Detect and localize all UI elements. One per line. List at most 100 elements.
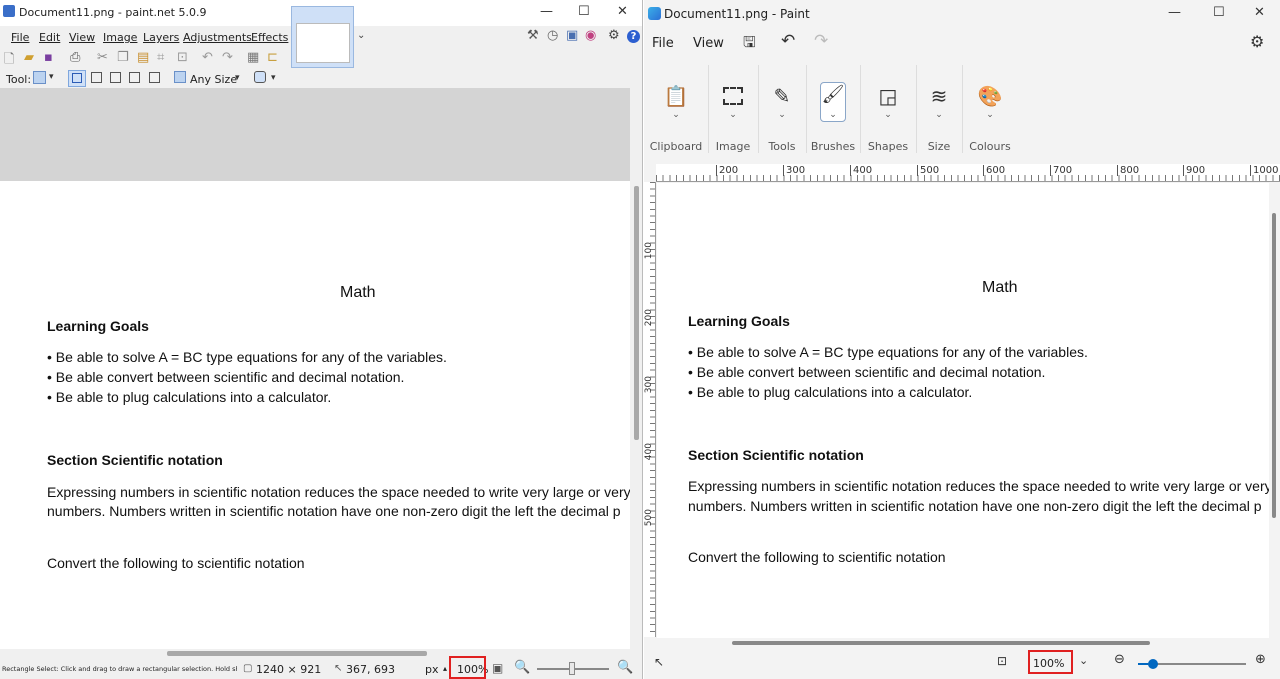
horizontal-scroll-thumb[interactable] — [167, 651, 427, 656]
undo-icon[interactable]: ↶ — [781, 31, 795, 51]
mp-menu-file[interactable]: File — [652, 36, 674, 51]
zoom-slider-thumb[interactable] — [1148, 659, 1158, 669]
any-size-dropdown[interactable]: Any Size — [190, 73, 237, 86]
zoom-slider-thumb[interactable] — [569, 662, 575, 675]
save-icon[interactable]: ▪ — [44, 50, 53, 65]
vertical-scroll-thumb[interactable] — [634, 186, 639, 440]
layers-icon[interactable]: ▣ — [566, 28, 578, 43]
xor-mode-icon[interactable] — [149, 72, 160, 83]
ribbon-group-size[interactable]: ≋ ⌄ Size — [917, 60, 961, 160]
zoom-dropdown-chevron-icon[interactable]: ⌄ — [1079, 654, 1088, 667]
crop-icon[interactable]: ⌗ — [157, 50, 164, 65]
fit-to-window-icon[interactable]: ⊡ — [997, 654, 1007, 668]
tool-label: Tool: — [6, 73, 32, 86]
doc-learning-goals: Learning Goals — [688, 313, 790, 329]
union-mode-icon[interactable] — [91, 72, 102, 83]
mp-menu-view[interactable]: View — [693, 36, 724, 51]
intersect-mode-icon[interactable] — [129, 72, 140, 83]
ribbon-group-tools[interactable]: ✎ ⌄ Tools — [759, 60, 805, 160]
zoom-out-icon[interactable]: 🔍 — [514, 660, 530, 675]
mp-image-canvas[interactable]: Math Learning Goals • Be able to solve A… — [657, 183, 1269, 638]
rectangle-select-tool-icon[interactable] — [33, 71, 46, 84]
redo-icon[interactable]: ↷ — [814, 31, 828, 51]
save-icon[interactable]: 🖫 — [743, 32, 756, 57]
pdn-status-bar: Rectangle Select: Click and drag to draw… — [0, 659, 642, 679]
ruler-label: 400 — [850, 165, 872, 176]
close-icon[interactable]: ✕ — [1254, 5, 1265, 20]
chevron-down-icon[interactable]: ⌄ — [357, 30, 365, 41]
ribbon-group-brushes[interactable]: 🖌 ⌄ Brushes — [807, 60, 859, 160]
ribbon-label: Tools — [768, 140, 796, 153]
menu-layers[interactable]: Layers — [143, 31, 179, 44]
minimize-icon[interactable]: — — [1168, 5, 1181, 20]
maximize-icon[interactable]: ☐ — [1213, 5, 1225, 20]
menu-view[interactable]: View — [69, 31, 95, 44]
cut-icon[interactable]: ✂ — [97, 50, 108, 65]
help-icon[interactable]: ? — [627, 30, 640, 43]
ruler-label: 500 — [644, 509, 654, 527]
settings-gear-icon[interactable]: ⚙ — [1250, 32, 1264, 51]
tool-dropdown-arrow-icon[interactable]: ▾ — [49, 72, 54, 82]
shapes-icon: ◲ — [878, 84, 898, 108]
brush-icon: 🖌 — [821, 84, 845, 105]
chevron-down-icon[interactable]: ▾ — [271, 73, 276, 83]
ribbon-label: Clipboard — [649, 140, 703, 153]
new-file-icon[interactable]: 🗋 — [4, 50, 14, 72]
horizontal-ruler: 200 300 400 500 600 700 800 900 1000 — [656, 164, 1280, 182]
paintnet-window: Document11.png - paint.net 5.0.9 — ☐ ✕ F… — [0, 0, 643, 679]
paste-icon[interactable]: ▤ — [137, 50, 149, 65]
menu-effects[interactable]: Effects — [251, 31, 288, 44]
copy-icon[interactable]: ❐ — [117, 50, 129, 65]
ribbon-label: Size — [927, 140, 951, 153]
menu-file[interactable]: File — [11, 31, 29, 44]
replace-mode-icon — [72, 73, 82, 83]
size-icon: ≋ — [930, 84, 948, 108]
image-thumbnail-tab[interactable] — [291, 6, 354, 68]
exclude-mode-icon[interactable] — [110, 72, 121, 83]
deselect-icon[interactable]: ⊡ — [177, 50, 188, 65]
ribbon-group-clipboard[interactable]: 📋 ⌄ Clipboard — [644, 60, 708, 160]
chevron-down-icon[interactable]: ▾ — [235, 73, 240, 83]
units-selector[interactable]: px — [425, 663, 439, 676]
ruler-label: 900 — [1183, 165, 1205, 176]
open-file-icon[interactable]: ▰ — [24, 50, 34, 65]
ribbon-group-shapes[interactable]: ◲ ⌄ Shapes — [861, 60, 915, 160]
print-icon[interactable]: ⎙ — [70, 50, 80, 65]
undo-icon[interactable]: ↶ — [202, 50, 213, 65]
mp-menu-bar: File View 🖫 ↶ ↷ ⚙ — [644, 28, 1280, 58]
tools-icon[interactable]: ⚒ — [527, 28, 539, 43]
ribbon-group-image[interactable]: ⌄ Image — [709, 60, 757, 160]
redo-icon[interactable]: ↷ — [222, 50, 233, 65]
doc-bullet: • Be able convert between scientific and… — [47, 369, 405, 385]
zoom-in-icon[interactable]: ⊕ — [1255, 652, 1266, 667]
chevron-down-icon: ⌄ — [729, 110, 737, 120]
ribbon-group-colours[interactable]: 🎨 ⌄ Colours — [963, 60, 1017, 160]
zoom-out-icon[interactable]: ⊖ — [1114, 652, 1125, 667]
maximize-icon[interactable]: ☐ — [578, 4, 590, 19]
close-icon[interactable]: ✕ — [617, 4, 628, 19]
paint-logo-icon — [648, 7, 661, 20]
units-dropdown-arrow-icon[interactable]: ▴ — [443, 664, 447, 673]
mp-vertical-scroll-thumb[interactable] — [1272, 213, 1276, 518]
antialias-icon[interactable] — [254, 71, 266, 83]
fixed-size-icon[interactable] — [174, 71, 186, 83]
colors-icon[interactable]: ◉ — [585, 28, 596, 43]
thumbnail-preview — [296, 23, 350, 63]
menu-edit[interactable]: Edit — [39, 31, 60, 44]
settings-gear-icon[interactable]: ⚙ — [608, 28, 620, 43]
grid-icon[interactable]: ▦ — [247, 50, 259, 65]
minimize-icon[interactable]: — — [540, 4, 553, 19]
doc-bullet: • Be able to plug calculations into a ca… — [47, 389, 332, 405]
vertical-ruler: 100 200 300 400 500 — [644, 182, 656, 637]
zoom-to-window-icon[interactable]: ▣ — [492, 661, 503, 675]
doc-convert-line: Convert the following to scientific nota… — [47, 555, 305, 571]
menu-image[interactable]: Image — [103, 31, 137, 44]
history-icon[interactable]: ◷ — [547, 28, 558, 43]
doc-bullet: • Be able to solve A = BC type equations… — [688, 344, 1088, 360]
cursor-position-readout: 367, 693 — [346, 663, 395, 676]
ruler-icon[interactable]: ⊏ — [267, 50, 278, 65]
mp-horizontal-scroll-thumb[interactable] — [732, 641, 1150, 645]
zoom-in-icon[interactable]: 🔍 — [617, 660, 633, 675]
pdn-image-canvas[interactable]: Math Learning Goals • Be able to solve A… — [0, 181, 630, 649]
menu-adjustments[interactable]: Adjustments — [183, 31, 252, 44]
